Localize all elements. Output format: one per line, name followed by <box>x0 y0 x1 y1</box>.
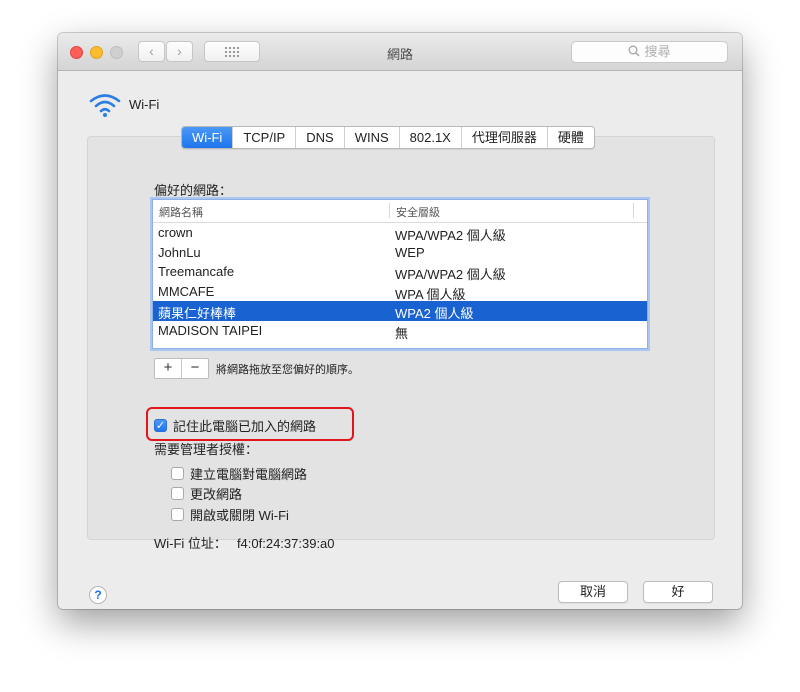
network-name: 蘋果仁好棒棒 <box>158 306 237 321</box>
table-row[interactable]: MADISON TAIPEI 無 <box>153 321 647 341</box>
toggle-wifi-label: 開啟或關閉 Wi-Fi <box>190 508 289 523</box>
tab-hardware[interactable]: 硬體 <box>548 127 594 148</box>
tab-wins[interactable]: WINS <box>345 127 400 148</box>
highlight-annotation <box>146 407 354 441</box>
column-header-security[interactable]: 安全層級 <box>396 204 440 220</box>
search-placeholder: 搜尋 <box>644 44 671 59</box>
help-icon: ? <box>94 588 102 602</box>
network-security: WPA2 個人級 <box>395 306 474 321</box>
network-security: WPA/WPA2 個人級 <box>395 267 506 282</box>
add-remove-control: + − <box>154 358 209 379</box>
change-networks-label: 更改網路 <box>190 487 243 502</box>
network-security: WPA/WPA2 個人級 <box>395 228 506 243</box>
column-header-name[interactable]: 網路名稱 <box>159 204 203 220</box>
network-security: WEP <box>395 244 425 260</box>
content-area: Wi-Fi Wi-Fi TCP/IP DNS WINS 802.1X 代理伺服器… <box>66 71 734 609</box>
network-security: WPA 個人級 <box>395 286 466 302</box>
tab-dns[interactable]: DNS <box>296 127 345 148</box>
mac-address-label: Wi-Fi 位址： <box>154 536 227 551</box>
network-name: JohnLu <box>158 244 201 260</box>
cancel-button[interactable]: 取消 <box>558 581 628 603</box>
remove-network-button[interactable]: − <box>182 359 208 378</box>
admin-option-computer-to-computer[interactable]: 建立電腦對電腦網路 <box>171 464 307 483</box>
ok-button[interactable]: 好 <box>643 581 713 603</box>
network-window: ‹ › 網路 搜尋 Wi-Fi Wi-Fi TCP/IP DNS WINS 80… <box>58 33 742 609</box>
column-divider <box>389 203 390 218</box>
search-icon <box>628 45 641 57</box>
tab-proxies[interactable]: 代理伺服器 <box>462 127 548 148</box>
preferred-networks-table[interactable]: 網路名稱 安全層級 crown WPA/WPA2 個人級 JohnLu WEP … <box>152 199 648 349</box>
admin-option-change-networks[interactable]: 更改網路 <box>171 484 242 503</box>
tab-bar: Wi-Fi TCP/IP DNS WINS 802.1X 代理伺服器 硬體 <box>181 126 595 149</box>
network-name: crown <box>158 225 193 240</box>
table-row[interactable]: JohnLu WEP <box>153 243 647 263</box>
preferred-networks-label: 偏好的網路： <box>154 183 233 198</box>
network-security: 無 <box>395 325 409 341</box>
toggle-wifi-checkbox[interactable] <box>171 508 184 521</box>
add-network-button[interactable]: + <box>155 359 182 378</box>
tab-tcpip[interactable]: TCP/IP <box>233 127 297 148</box>
tab-8021x[interactable]: 802.1X <box>400 127 462 148</box>
table-row[interactable]: Treemancafe WPA/WPA2 個人級 <box>153 262 647 282</box>
search-field[interactable]: 搜尋 <box>571 41 728 63</box>
computer-to-computer-label: 建立電腦對電腦網路 <box>190 467 308 482</box>
table-header: 網路名稱 安全層級 <box>153 200 647 223</box>
tab-wifi[interactable]: Wi-Fi <box>182 127 234 148</box>
table-row[interactable]: MMCAFE WPA 個人級 <box>153 282 647 302</box>
change-networks-checkbox[interactable] <box>171 487 184 500</box>
drag-hint-text: 將網路拖放至您偏好的順序。 <box>216 364 359 376</box>
network-name: MADISON TAIPEI <box>158 322 263 338</box>
wifi-icon <box>89 94 121 117</box>
computer-to-computer-checkbox[interactable] <box>171 467 184 480</box>
admin-auth-label: 需要管理者授權： <box>154 442 259 457</box>
title-bar: ‹ › 網路 搜尋 <box>58 33 742 71</box>
column-divider <box>633 203 634 218</box>
mac-address-row: Wi-Fi 位址： f4:0f:24:37:39:a0 <box>154 533 335 552</box>
network-name: Treemancafe <box>158 264 235 279</box>
table-row-selected[interactable]: 蘋果仁好棒棒 WPA2 個人級 <box>153 301 647 321</box>
help-button[interactable]: ? <box>89 586 107 604</box>
admin-option-toggle-wifi[interactable]: 開啟或關閉 Wi-Fi <box>171 505 289 524</box>
mac-address-value: f4:0f:24:37:39:a0 <box>236 536 335 551</box>
interface-label: Wi-Fi <box>129 97 160 112</box>
table-row[interactable]: crown WPA/WPA2 個人級 <box>153 223 647 243</box>
network-name: MMCAFE <box>158 283 215 299</box>
